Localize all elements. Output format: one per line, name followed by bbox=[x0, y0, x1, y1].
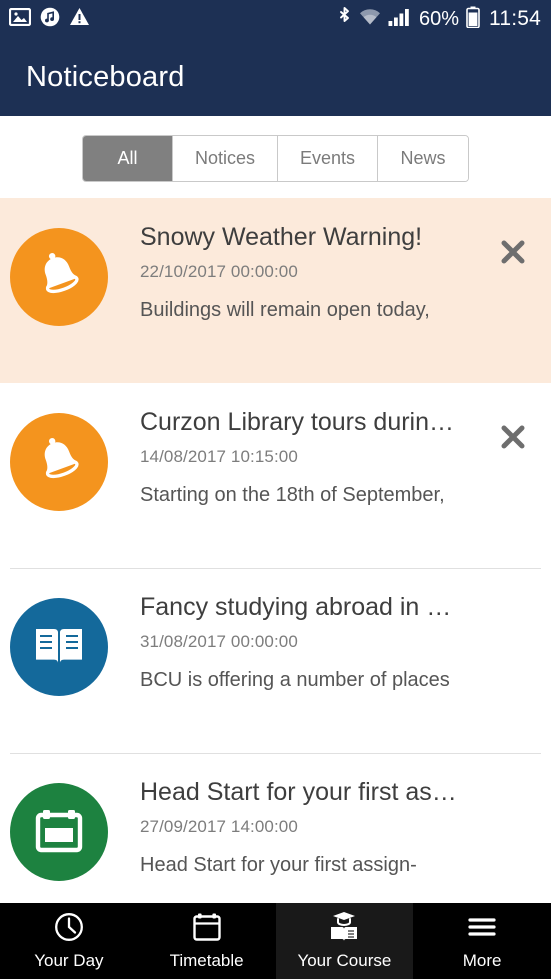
status-bar-right-icons: 60% 11:54 bbox=[337, 6, 541, 33]
graduation-book-icon bbox=[329, 911, 359, 942]
avatar bbox=[10, 413, 108, 511]
notice-list[interactable]: Snowy Weather Warning! 22/10/2017 00:00:… bbox=[0, 198, 551, 901]
bell-icon bbox=[30, 246, 88, 309]
notice-title: Snowy Weather Warning! bbox=[140, 223, 423, 251]
tab-news[interactable]: News bbox=[378, 136, 469, 181]
avatar bbox=[10, 228, 108, 326]
notice-excerpt: Buildings will remain open today, bbox=[140, 299, 430, 321]
image-icon bbox=[8, 7, 32, 31]
status-bar-left-icons bbox=[8, 7, 90, 32]
close-icon bbox=[501, 425, 525, 449]
noticeboard-screen: 60% 11:54 Noticeboard All Notices Events… bbox=[0, 0, 551, 979]
calendar-icon bbox=[192, 912, 222, 942]
notice-date: 27/09/2017 14:00:00 bbox=[140, 817, 298, 836]
tab-all[interactable]: All bbox=[82, 136, 173, 181]
list-item[interactable]: Snowy Weather Warning! 22/10/2017 00:00:… bbox=[0, 198, 551, 383]
cellular-signal-icon bbox=[388, 7, 412, 32]
avatar bbox=[10, 598, 108, 696]
notice-excerpt: BCU is offering a number of places bbox=[140, 669, 450, 691]
bell-icon bbox=[30, 431, 88, 494]
notice-title: Fancy studying abroad in … bbox=[140, 593, 452, 621]
list-item[interactable]: Fancy studying abroad in … 31/08/2017 00… bbox=[0, 568, 551, 753]
warning-triangle-icon bbox=[69, 7, 90, 31]
open-book-icon bbox=[33, 623, 85, 672]
dismiss-notice-button[interactable] bbox=[493, 232, 533, 272]
nav-label: Your Course bbox=[297, 950, 392, 970]
tab-events[interactable]: Events bbox=[278, 136, 379, 181]
notice-content: Curzon Library tours durin… 14/08/2017 1… bbox=[108, 407, 535, 507]
bottom-navigation: Your Day Timetable Your Course More bbox=[0, 901, 551, 979]
nav-label: Timetable bbox=[169, 950, 244, 970]
music-note-icon bbox=[40, 7, 60, 32]
tab-notices[interactable]: Notices bbox=[172, 136, 278, 181]
notice-date: 31/08/2017 00:00:00 bbox=[140, 632, 298, 651]
notice-title: Head Start for your first as… bbox=[140, 778, 457, 806]
notice-content: Fancy studying abroad in … 31/08/2017 00… bbox=[108, 592, 535, 692]
bluetooth-icon bbox=[337, 6, 352, 33]
segmented-control: All Notices Events News bbox=[81, 135, 470, 182]
notice-excerpt: Head Start for your first assign- bbox=[140, 854, 417, 876]
avatar bbox=[10, 783, 108, 881]
battery-icon bbox=[466, 6, 480, 33]
app-bar: Noticeboard bbox=[0, 38, 551, 116]
page-title: Noticeboard bbox=[26, 60, 185, 93]
dismiss-notice-button[interactable] bbox=[493, 417, 533, 457]
nav-item-timetable[interactable]: Timetable bbox=[138, 903, 276, 979]
nav-label: Your Day bbox=[34, 950, 104, 970]
status-bar: 60% 11:54 bbox=[0, 0, 551, 38]
nav-item-more[interactable]: More bbox=[413, 903, 551, 979]
list-item[interactable]: Head Start for your first as… 27/09/2017… bbox=[0, 753, 551, 901]
clock-icon bbox=[54, 912, 84, 942]
notice-content: Head Start for your first as… 27/09/2017… bbox=[108, 777, 535, 877]
notice-excerpt: Starting on the 18th of September, bbox=[140, 484, 445, 506]
tab-bar: All Notices Events News bbox=[0, 116, 551, 198]
nav-label: More bbox=[462, 950, 502, 970]
nav-item-your-day[interactable]: Your Day bbox=[0, 903, 138, 979]
notice-date: 22/10/2017 00:00:00 bbox=[140, 262, 298, 281]
hamburger-menu-icon bbox=[467, 912, 497, 942]
battery-percent-label: 60% bbox=[418, 7, 459, 30]
nav-item-your-course[interactable]: Your Course bbox=[275, 903, 414, 979]
wifi-icon bbox=[359, 7, 381, 32]
notice-content: Snowy Weather Warning! 22/10/2017 00:00:… bbox=[108, 222, 535, 322]
notice-title: Curzon Library tours durin… bbox=[140, 408, 455, 436]
status-bar-clock: 11:54 bbox=[489, 7, 541, 30]
close-icon bbox=[501, 240, 525, 264]
notice-date: 14/08/2017 10:15:00 bbox=[140, 447, 298, 466]
list-item[interactable]: Curzon Library tours durin… 14/08/2017 1… bbox=[0, 383, 551, 568]
calendar-icon bbox=[34, 806, 84, 859]
